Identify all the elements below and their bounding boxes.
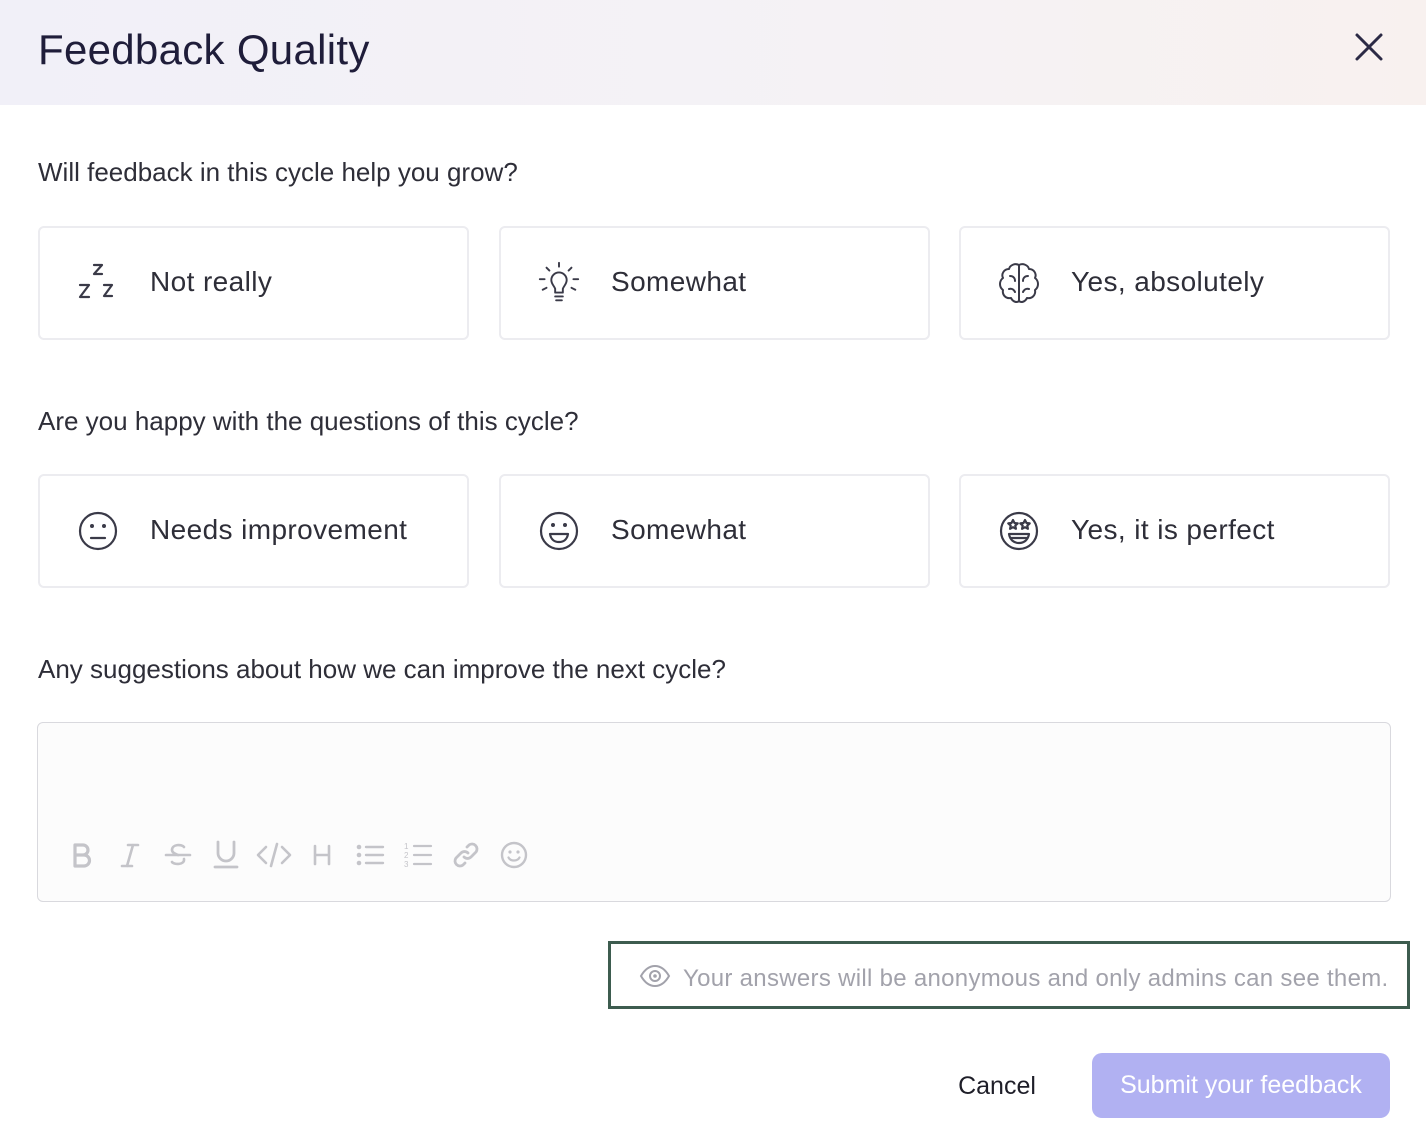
- svg-text:1: 1: [404, 842, 409, 851]
- option-not-really[interactable]: Not really: [38, 226, 469, 340]
- notice-text: Your answers will be anonymous and only …: [683, 965, 1389, 992]
- star-struck-face-icon: [995, 507, 1043, 555]
- suggestions-input[interactable]: [58, 741, 1368, 831]
- underline-icon[interactable]: [208, 837, 244, 873]
- dialog-title: Feedback Quality: [38, 26, 370, 73]
- numbered-list-icon[interactable]: 123: [400, 837, 436, 873]
- dialog-header: Feedback Quality: [0, 0, 1426, 105]
- code-icon[interactable]: [256, 837, 292, 873]
- sleep-zzz-icon: [74, 259, 122, 307]
- option-somewhat-happy[interactable]: Somewhat: [499, 474, 930, 588]
- question-grow: Will feedback in this cycle help you gro…: [38, 157, 518, 187]
- svg-text:3: 3: [404, 860, 409, 869]
- lightbulb-icon: [535, 259, 583, 307]
- option-somewhat-grow[interactable]: Somewhat: [499, 226, 930, 340]
- emoji-icon[interactable]: [496, 837, 532, 873]
- italic-icon[interactable]: [112, 837, 148, 873]
- option-yes-perfect[interactable]: Yes, it is perfect: [959, 474, 1390, 588]
- option-needs-improvement[interactable]: Needs improvement: [38, 474, 469, 588]
- option-label: Not really: [150, 266, 273, 297]
- submit-feedback-button[interactable]: Submit your feedback: [1092, 1053, 1390, 1118]
- neutral-face-icon: [74, 507, 122, 555]
- option-label: Somewhat: [611, 514, 747, 545]
- grow-options: Not really Somewhat Yes, absolutely: [38, 226, 1390, 340]
- suggestions-editor: 123: [37, 722, 1391, 902]
- option-label: Yes, absolutely: [1071, 266, 1265, 297]
- question-happy: Are you happy with the questions of this…: [38, 406, 579, 436]
- option-label: Needs improvement: [150, 514, 408, 545]
- close-icon[interactable]: [1350, 28, 1388, 66]
- strikethrough-icon[interactable]: [160, 837, 196, 873]
- cancel-button[interactable]: Cancel: [940, 1058, 1054, 1114]
- bullet-list-icon[interactable]: [352, 837, 388, 873]
- anonymity-notice: Your answers will be anonymous and only …: [608, 941, 1410, 1009]
- option-label: Somewhat: [611, 266, 747, 297]
- brain-icon: [995, 259, 1043, 307]
- option-yes-absolutely[interactable]: Yes, absolutely: [959, 226, 1390, 340]
- happy-options: Needs improvement Somewhat Yes, it is pe…: [38, 474, 1390, 588]
- option-label: Yes, it is perfect: [1071, 514, 1275, 545]
- question-suggestions: Any suggestions about how we can improve…: [38, 654, 726, 684]
- svg-text:2: 2: [404, 851, 409, 860]
- feedback-quality-dialog: Feedback Quality Will feedback in this c…: [0, 0, 1426, 1144]
- eye-icon: [639, 962, 671, 990]
- heading-icon[interactable]: [304, 837, 340, 873]
- bold-icon[interactable]: [64, 837, 100, 873]
- smiling-face-icon: [535, 507, 583, 555]
- link-icon[interactable]: [448, 837, 484, 873]
